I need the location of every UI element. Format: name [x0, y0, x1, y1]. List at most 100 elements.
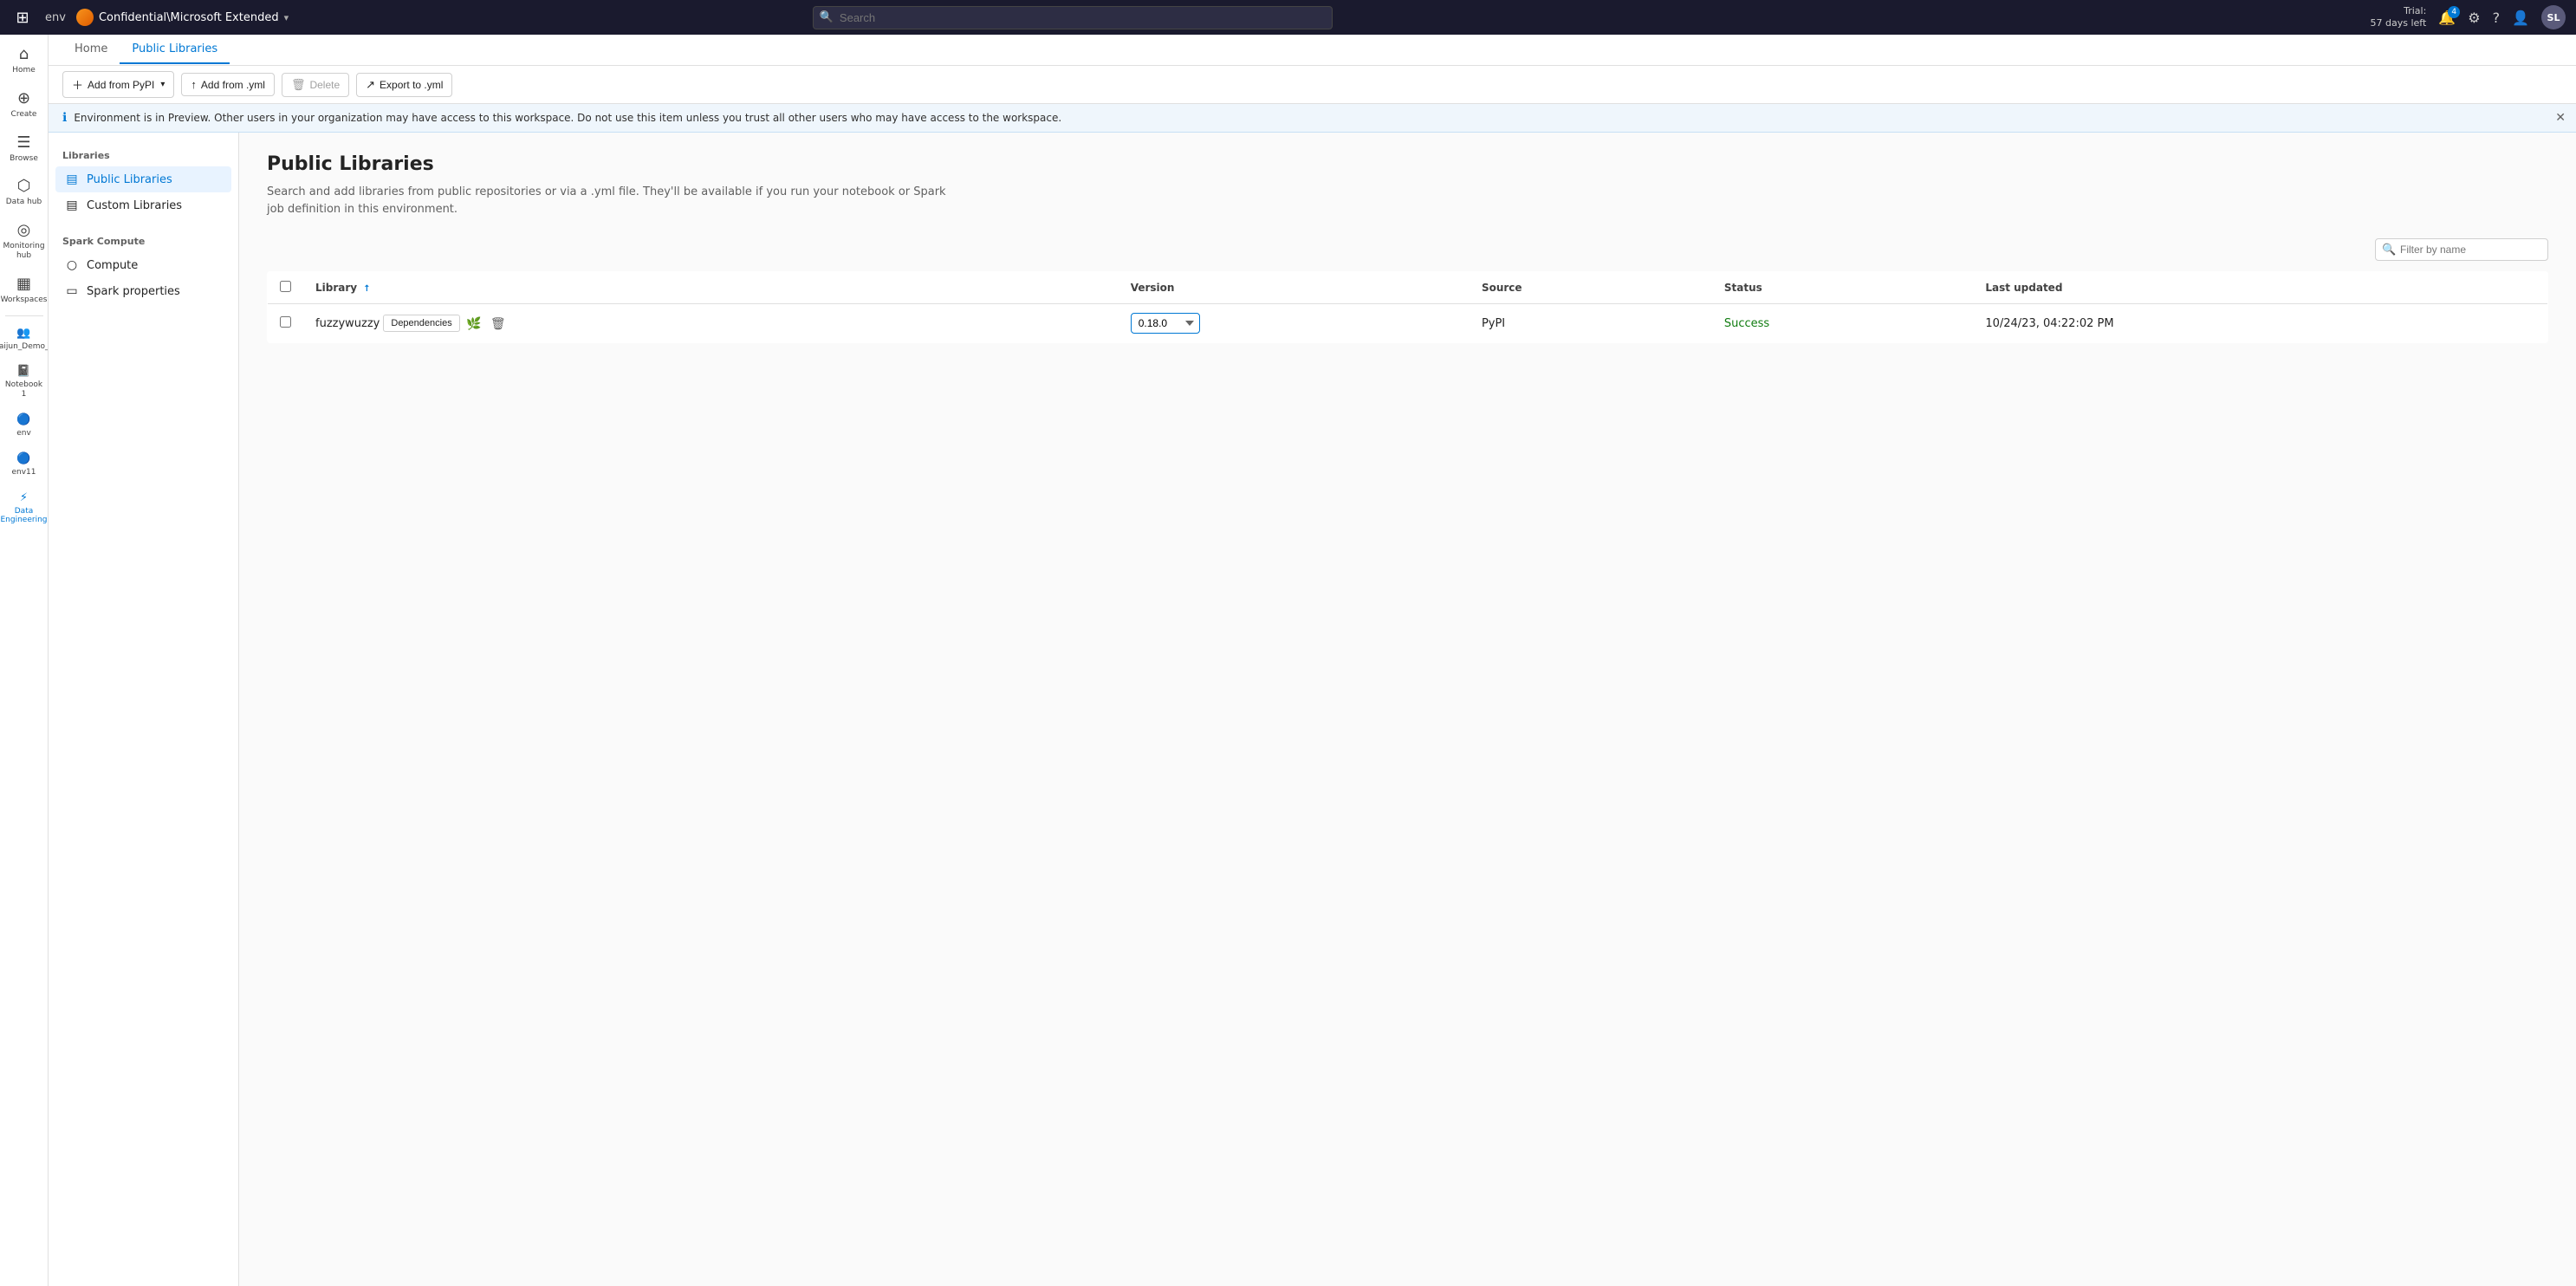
- sidebar-item-datahub[interactable]: ⬡ Data hub: [0, 170, 48, 214]
- tab-home[interactable]: Home: [62, 36, 120, 64]
- env-label: env: [45, 11, 66, 24]
- datahub-icon: ⬡: [17, 177, 31, 195]
- delete-icon: 🗑: [291, 78, 306, 92]
- page-title: Public Libraries: [267, 153, 2548, 175]
- monitoring-icon: ◎: [17, 221, 31, 239]
- sidebar-item-label-env11: env11: [11, 468, 36, 477]
- delete-label: Delete: [309, 79, 340, 91]
- chevron-down-icon: ▾: [284, 12, 289, 23]
- delete-row-button[interactable]: 🗑: [488, 313, 509, 334]
- tree-icon: 🌿: [466, 316, 481, 331]
- library-name-actions: fuzzywuzzy Dependencies 🌿 🗑: [315, 313, 1106, 334]
- sidebar-item-env[interactable]: 🔵 env: [0, 406, 48, 445]
- export-button[interactable]: ↗ Export to .yml: [356, 73, 452, 97]
- sidebar-item-monitoring[interactable]: ◎ Monitoring hub: [0, 214, 48, 268]
- banner-close-button[interactable]: ✕: [2555, 111, 2566, 125]
- topbar-right: Trial: 57 days left 🔔 4 ⚙ ? 👤 SL: [2371, 5, 2566, 30]
- avatar[interactable]: SL: [2541, 5, 2566, 29]
- main-area: Home Public Libraries ＋ Add from PyPI ▾ …: [49, 35, 2576, 1286]
- sidebar-item-dataeng[interactable]: ⚡ Data Engineering: [0, 484, 48, 533]
- waffle-icon[interactable]: ⊞: [10, 9, 35, 27]
- notification-badge: 4: [2448, 6, 2460, 18]
- sidebar-item-browse[interactable]: ☰ Browse: [0, 127, 48, 171]
- status-success-label: Success: [1724, 317, 1769, 330]
- sidebar-item-create[interactable]: ⊕ Create: [0, 82, 48, 127]
- content-area: Libraries ▤ Public Libraries ▤ Custom Li…: [49, 133, 2576, 1286]
- last-updated-column-header: Last updated: [1973, 272, 2547, 304]
- trial-info: Trial: 57 days left: [2371, 5, 2427, 30]
- workspaces-icon: ▦: [16, 275, 31, 293]
- left-nav-custom-libraries-label: Custom Libraries: [87, 199, 182, 212]
- filter-by-name-input[interactable]: [2375, 238, 2548, 261]
- sidebar-item-label-browse: Browse: [10, 154, 38, 164]
- sidebar-item-label-env: env: [16, 429, 31, 438]
- info-banner: ℹ Environment is in Preview. Other users…: [49, 104, 2576, 133]
- sidebar-item-notebook1[interactable]: 📓 Notebook 1: [0, 358, 48, 406]
- library-column-header[interactable]: Library ↑: [303, 272, 1119, 304]
- feedback-button[interactable]: 👤: [2512, 10, 2529, 26]
- env11-icon: 🔵: [16, 452, 30, 465]
- settings-button[interactable]: ⚙: [2468, 10, 2480, 26]
- sort-icon: ↑: [363, 284, 370, 294]
- public-libraries-icon: ▤: [64, 172, 80, 186]
- sidebar-item-home[interactable]: ⌂ Home: [0, 38, 48, 82]
- breadcrumb-icon: [76, 9, 94, 26]
- sidebar-item-label-dataeng: Data Engineering: [1, 507, 48, 526]
- left-nav-public-libraries-label: Public Libraries: [87, 173, 172, 186]
- notebook1-icon: 📓: [16, 365, 30, 378]
- banner-message: Environment is in Preview. Other users i…: [74, 112, 1061, 124]
- left-nav-compute[interactable]: ○ Compute: [55, 252, 231, 278]
- sidebar-item-label-monitoring: Monitoring hub: [3, 242, 44, 261]
- row-checkbox-cell[interactable]: [268, 304, 304, 343]
- sidebar-item-label-user1: Shuaijun_Demo_Env: [0, 342, 49, 352]
- sidebar-item-label-workspaces: Workspaces: [1, 296, 48, 305]
- env-icon: 🔵: [16, 413, 30, 426]
- spark-properties-icon: ▭: [64, 284, 80, 298]
- sidebar-item-env11[interactable]: 🔵 env11: [0, 445, 48, 484]
- browse-icon: ☰: [16, 133, 30, 152]
- search-icon: 🔍: [820, 11, 834, 24]
- add-from-yml-button[interactable]: ↑ Add from .yml: [181, 73, 275, 96]
- status-column-header: Status: [1712, 272, 1973, 304]
- tab-public-libraries[interactable]: Public Libraries: [120, 36, 230, 64]
- source-column-header: Source: [1470, 272, 1712, 304]
- search-area: 🔍: [813, 6, 1333, 29]
- export-icon: ↗: [366, 78, 375, 92]
- tab-bar: Home Public Libraries: [49, 35, 2576, 66]
- delete-button[interactable]: 🗑 Delete: [282, 73, 349, 97]
- sidebar-item-label-notebook1: Notebook 1: [3, 380, 44, 399]
- left-nav-subsection: Spark Compute ○ Compute ▭ Spark properti…: [55, 232, 231, 304]
- left-nav-public-libraries[interactable]: ▤ Public Libraries: [55, 166, 231, 192]
- user1-icon: 👥: [16, 327, 30, 340]
- left-nav-custom-libraries[interactable]: ▤ Custom Libraries: [55, 192, 231, 218]
- last-updated-cell: 10/24/23, 04:22:02 PM: [1973, 304, 2547, 343]
- sidebar-item-user1[interactable]: 👥 Shuaijun_Demo_Env: [0, 320, 48, 359]
- sidebar: ⌂ Home ⊕ Create ☰ Browse ⬡ Data hub ◎ Mo…: [0, 35, 49, 1286]
- filter-row: 🔍: [267, 238, 2548, 261]
- version-select[interactable]: 0.18.0: [1131, 313, 1200, 334]
- table-header-row: Library ↑ Version Source Status Last upd…: [268, 272, 2548, 304]
- pypi-dropdown-chevron-icon[interactable]: ▾: [160, 80, 165, 89]
- left-nav-spark-properties[interactable]: ▭ Spark properties: [55, 278, 231, 304]
- left-nav: Libraries ▤ Public Libraries ▤ Custom Li…: [49, 133, 239, 1286]
- add-pypi-label: Add from PyPI: [88, 79, 154, 91]
- dataeng-icon: ⚡: [20, 491, 28, 504]
- filter-input-wrap: 🔍: [2375, 238, 2548, 261]
- add-from-pypi-button[interactable]: ＋ Add from PyPI ▾: [62, 71, 174, 98]
- left-nav-compute-label: Compute: [87, 259, 138, 272]
- help-button[interactable]: ?: [2493, 10, 2501, 26]
- sidebar-item-label-create: Create: [11, 110, 37, 120]
- select-all-checkbox[interactable]: [280, 281, 291, 292]
- dependencies-button[interactable]: Dependencies: [383, 315, 459, 332]
- select-all-header[interactable]: [268, 272, 304, 304]
- add-icon: ＋: [72, 76, 83, 93]
- breadcrumb: Confidential\Microsoft Extended ▾: [76, 9, 289, 26]
- dependency-tree-icon-button[interactable]: 🌿: [464, 313, 484, 334]
- version-cell: 0.18.0: [1119, 304, 1470, 343]
- notifications-button[interactable]: 🔔 4: [2438, 10, 2456, 26]
- row-checkbox[interactable]: [280, 316, 291, 328]
- sidebar-item-label-datahub: Data hub: [6, 198, 42, 207]
- search-input[interactable]: [813, 6, 1333, 29]
- sidebar-item-workspaces[interactable]: ▦ Workspaces: [0, 268, 48, 312]
- trash-icon: 🗑: [490, 316, 506, 331]
